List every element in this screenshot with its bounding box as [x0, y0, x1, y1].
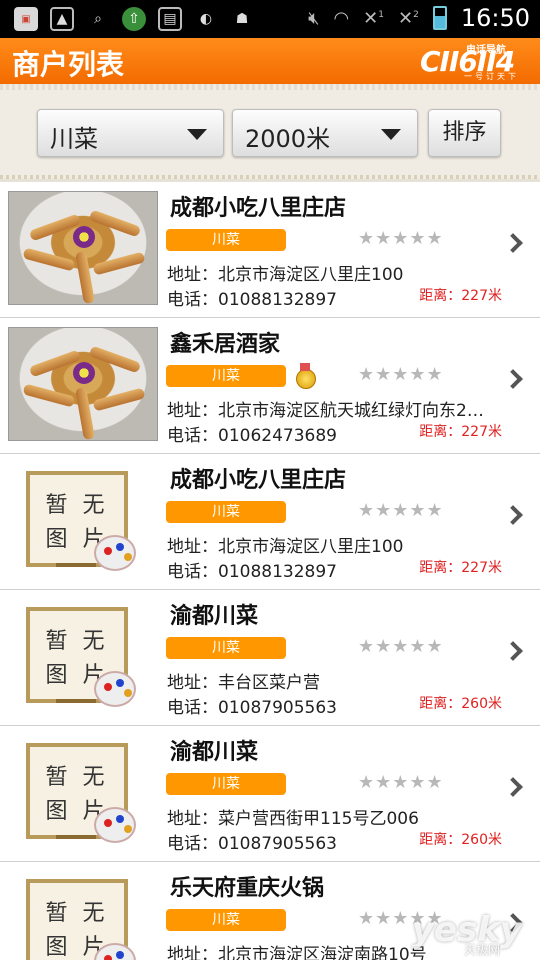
merchant-name: 渝都川菜: [170, 740, 259, 765]
android-icon: ☗: [235, 11, 249, 27]
palette-icon: [94, 807, 136, 843]
merchant-distance: 距离：227米: [419, 288, 502, 304]
mute-icon: 🔇︎: [308, 7, 320, 29]
merchant-phone: 电话：01062473689: [167, 426, 337, 446]
palette-icon: [94, 671, 136, 707]
no-image-placeholder: 暂 无 图 片: [8, 871, 158, 960]
merchant-address: 地址：丰台区菜户营: [167, 673, 320, 693]
category-tag: 川菜: [166, 909, 286, 931]
system-icons: 🔇︎ ◠ ✕1 ✕2 16:50: [308, 4, 530, 32]
merchant-list-item[interactable]: 鑫禾居酒家 川菜 ★★★★★ 地址：北京市海淀区航天城红绿灯向东2… 电话：01…: [0, 318, 540, 454]
merchant-name: 乐天府重庆火锅: [170, 876, 325, 901]
no-image-text: 暂 无: [45, 901, 109, 926]
rating-stars: ★★★★★: [358, 636, 444, 657]
merchant-phone: 电话：01088132897: [167, 562, 337, 582]
chevron-right-icon: [503, 777, 523, 797]
signal-icon-2: ✕2: [398, 7, 419, 29]
chevron-down-icon: [381, 129, 401, 140]
category-tag: 川菜: [166, 637, 286, 659]
rating-stars: ★★★★★: [358, 364, 444, 385]
merchant-phone: 电话：01087905563: [167, 834, 337, 854]
merchant-photo: [8, 327, 158, 441]
category-tag: 川菜: [166, 365, 286, 387]
sort-button[interactable]: 排序: [428, 109, 501, 157]
no-image-text: 暂 无: [45, 765, 109, 790]
no-image-text: 暂 无: [45, 629, 109, 654]
rating-stars: ★★★★★: [358, 228, 444, 249]
app-header: 商户列表 电话导航 CII6II4 一号订天下: [0, 38, 540, 84]
chevron-down-icon: [187, 129, 207, 140]
wifi-icon: ◠: [333, 7, 350, 29]
merchant-list: 成都小吃八里庄店 川菜 ★★★★★ 地址：北京市海淀区八里庄100 电话：010…: [0, 182, 540, 960]
category-tag: 川菜: [166, 501, 286, 523]
chevron-right-icon: [503, 641, 523, 661]
brand-logo: 电话导航 CII6II4 一号订天下: [420, 41, 532, 81]
merchant-address: 地址：菜户营西街甲115号乙006: [167, 809, 419, 829]
no-image-placeholder: 暂 无 图 片: [8, 599, 158, 713]
distance-dropdown[interactable]: 2000米: [232, 109, 418, 157]
chevron-right-icon: [503, 369, 523, 389]
category-tag: 川菜: [166, 773, 286, 795]
merchant-distance: 距离：260米: [419, 696, 502, 712]
status-bar: ▣ ▲ ⌕ ⇧ ▤ ◐ ☗ 🔇︎ ◠ ✕1 ✕2 16:50: [0, 0, 540, 38]
no-image-placeholder: 暂 无 图 片: [8, 735, 158, 849]
merchant-distance: 距离：227米: [419, 424, 502, 440]
watermark-subtitle: 天极网: [463, 943, 500, 957]
watermelon-icon: ◐: [199, 11, 213, 27]
search-icon: ⌕: [94, 11, 102, 27]
merchant-name: 渝都川菜: [170, 604, 259, 629]
merchant-list-item[interactable]: 暂 无 图 片 渝都川菜 川菜 ★★★★★ 地址：丰台区菜户营 电话：01087…: [0, 590, 540, 726]
no-image-placeholder: 暂 无 图 片: [8, 463, 158, 577]
sd-card-icon: ▤: [158, 7, 182, 31]
medal-icon: [294, 363, 316, 389]
merchant-distance: 距离：260米: [419, 832, 502, 848]
no-image-text: 暂 无: [45, 493, 109, 518]
merchant-address: 地址：北京市海淀区航天城红绿灯向东2…: [167, 401, 484, 421]
download-icon: ⇧: [122, 7, 146, 31]
merchant-list-item[interactable]: 成都小吃八里庄店 川菜 ★★★★★ 地址：北京市海淀区八里庄100 电话：010…: [0, 182, 540, 318]
category-dropdown[interactable]: 川菜: [37, 109, 224, 157]
merchant-name: 成都小吃八里庄店: [170, 468, 347, 493]
category-value: 川菜: [50, 125, 98, 153]
page-title: 商户列表: [12, 48, 125, 81]
battery-icon: [432, 6, 447, 30]
filter-bar: 川菜 2000米 排序: [0, 84, 540, 182]
merchant-name: 成都小吃八里庄店: [170, 196, 347, 221]
app-icon: ▣: [14, 7, 38, 31]
logo-slogan: 一号订天下: [464, 72, 519, 81]
merchant-list-item[interactable]: 暂 无 图 片 成都小吃八里庄店 川菜 ★★★★★ 地址：北京市海淀区八里庄10…: [0, 454, 540, 590]
chevron-right-icon: [503, 505, 523, 525]
category-tag: 川菜: [166, 229, 286, 251]
merchant-distance: 距离：227米: [419, 560, 502, 576]
merchant-list-item[interactable]: 暂 无 图 片 渝都川菜 川菜 ★★★★★ 地址：菜户营西街甲115号乙006 …: [0, 726, 540, 862]
chevron-right-icon: [503, 233, 523, 253]
merchant-phone: 电话：01088132897: [167, 290, 337, 310]
merchant-phone: 电话：01087905563: [167, 698, 337, 718]
clock: 16:50: [460, 4, 530, 32]
distance-value: 2000米: [245, 125, 331, 153]
signal-icon: ✕1: [363, 7, 384, 29]
image-icon: ▲: [50, 7, 74, 31]
notification-icons: ▣ ▲ ⌕ ⇧ ▤ ◐ ☗: [14, 7, 254, 31]
palette-icon: [94, 535, 136, 571]
merchant-photo: [8, 191, 158, 305]
merchant-address: 地址：北京市海淀区八里庄100: [167, 265, 404, 285]
merchant-address: 地址：北京市海淀区八里庄100: [167, 537, 404, 557]
merchant-name: 鑫禾居酒家: [170, 332, 281, 357]
rating-stars: ★★★★★: [358, 500, 444, 521]
rating-stars: ★★★★★: [358, 772, 444, 793]
